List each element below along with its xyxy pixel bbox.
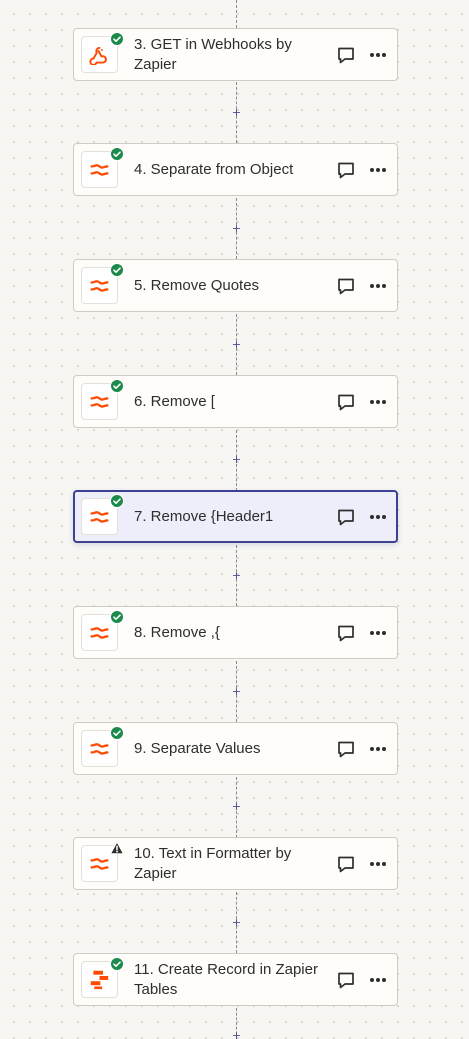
more-options-icon[interactable]: [367, 45, 389, 65]
comment-icon[interactable]: [336, 507, 356, 527]
add-step-button[interactable]: +: [230, 106, 243, 119]
more-options-icon[interactable]: [367, 276, 389, 296]
step-title: 6. Remove [: [134, 392, 215, 410]
success-check-icon: [110, 494, 124, 508]
more-options-icon[interactable]: [367, 507, 389, 527]
comment-icon[interactable]: [336, 160, 356, 180]
add-step-button[interactable]: +: [230, 916, 243, 929]
add-step-button[interactable]: +: [230, 569, 243, 582]
step-title: 4. Separate from Object: [134, 160, 294, 178]
comment-icon[interactable]: [336, 970, 356, 990]
add-step-button[interactable]: +: [230, 453, 243, 466]
more-options-icon[interactable]: [367, 739, 389, 759]
connector-line: [236, 0, 237, 28]
step-card[interactable]: 3. GET in Webhooks by Zapier: [73, 28, 398, 81]
more-options-icon[interactable]: [367, 623, 389, 643]
step-title: 3. GET in Webhooks by Zapier: [134, 35, 292, 73]
more-options-icon[interactable]: [367, 392, 389, 412]
step-title: 8. Remove ,{: [134, 623, 220, 641]
comment-icon[interactable]: [336, 276, 356, 296]
success-check-icon: [110, 957, 124, 971]
step-card[interactable]: 5. Remove Quotes: [73, 259, 398, 312]
step-title: 5. Remove Quotes: [134, 276, 260, 294]
add-step-button[interactable]: +: [230, 338, 243, 351]
step-title: 11. Create Record in Zapier Tables: [134, 960, 318, 998]
zap-editor-canvas: + + + + + + + + + 3. GET in Webhooks by …: [0, 0, 469, 1039]
success-check-icon: [110, 263, 124, 277]
success-check-icon: [110, 379, 124, 393]
comment-icon[interactable]: [336, 392, 356, 412]
step-card[interactable]: 11. Create Record in Zapier Tables: [73, 953, 398, 1006]
step-title: 10. Text in Formatter by Zapier: [134, 844, 292, 882]
comment-icon[interactable]: [336, 854, 356, 874]
success-check-icon: [110, 726, 124, 740]
step-card[interactable]: 9. Separate Values: [73, 722, 398, 775]
step-card-selected[interactable]: 7. Remove {Header1: [73, 490, 398, 543]
step-card[interactable]: 8. Remove ,{: [73, 606, 398, 659]
comment-icon[interactable]: [336, 623, 356, 643]
step-card[interactable]: 6. Remove [: [73, 375, 398, 428]
success-check-icon: [110, 610, 124, 624]
warning-icon: [110, 841, 124, 855]
add-step-button[interactable]: +: [230, 685, 243, 698]
add-step-button[interactable]: +: [230, 800, 243, 813]
more-options-icon[interactable]: [367, 160, 389, 180]
add-step-button[interactable]: +: [230, 222, 243, 235]
add-step-button[interactable]: +: [230, 1032, 243, 1039]
success-check-icon: [110, 147, 124, 161]
step-title: 7. Remove {Header1: [134, 507, 274, 525]
step-card[interactable]: 4. Separate from Object: [73, 143, 398, 196]
step-title: 9. Separate Values: [134, 739, 261, 757]
comment-icon[interactable]: [336, 45, 356, 65]
comment-icon[interactable]: [336, 739, 356, 759]
step-card[interactable]: 10. Text in Formatter by Zapier: [73, 837, 398, 890]
more-options-icon[interactable]: [367, 970, 389, 990]
more-options-icon[interactable]: [367, 854, 389, 874]
success-check-icon: [110, 32, 124, 46]
